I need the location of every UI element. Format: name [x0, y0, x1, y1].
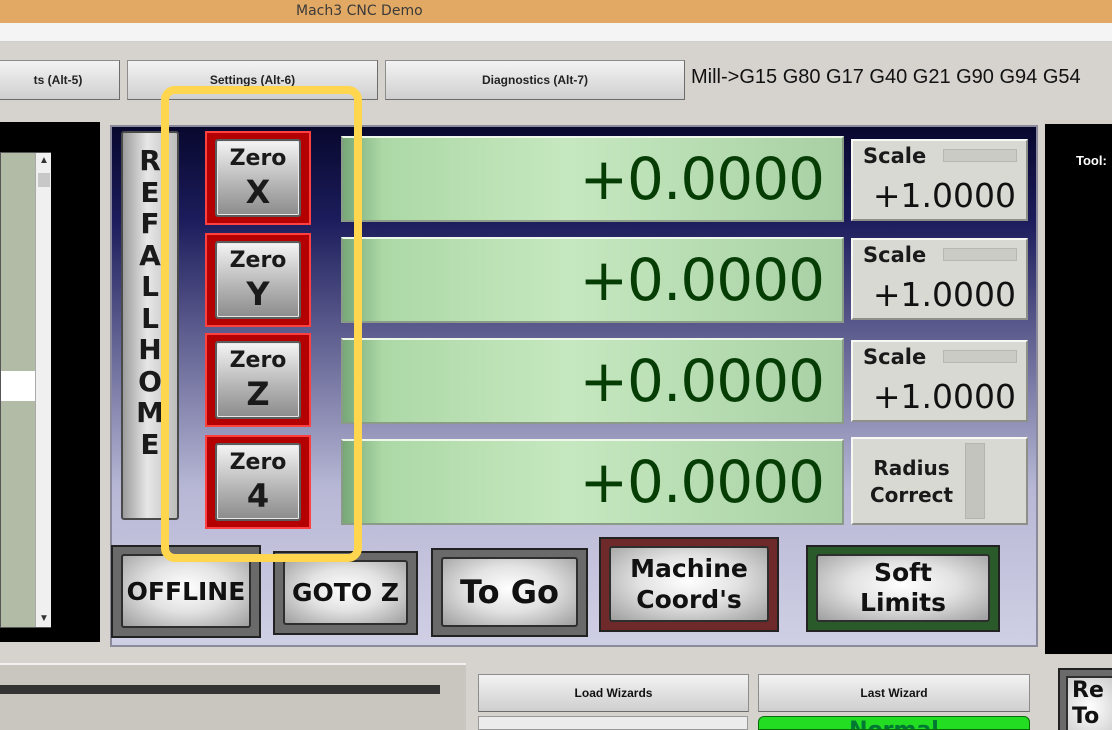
- z-scale-label: Scale: [863, 345, 927, 369]
- z-scale-box[interactable]: Scale +1.0000: [851, 340, 1028, 422]
- bottom-left-panel: [0, 663, 466, 730]
- gcode-listbox[interactable]: ▲ ▼: [0, 152, 51, 628]
- scroll-up-icon[interactable]: ▲: [36, 153, 52, 169]
- soft-limits-button[interactable]: Soft Limits: [806, 545, 1000, 632]
- x-axis-dro[interactable]: +0.0000: [341, 136, 844, 222]
- y-axis-dro[interactable]: +0.0000: [341, 237, 844, 323]
- x-scale-label: Scale: [863, 144, 927, 168]
- last-wizard-button[interactable]: Last Wizard: [758, 674, 1030, 712]
- x-scale-indicator: [943, 149, 1017, 162]
- load-wizards-button[interactable]: Load Wizards: [478, 674, 749, 712]
- machine-coords-line1: Machine: [630, 554, 748, 583]
- y-axis-value: +0.0000: [579, 246, 825, 314]
- tab-offsets[interactable]: ts (Alt-5): [0, 60, 120, 100]
- right-partial-line1: Re: [1072, 678, 1104, 703]
- soft-limits-line1: Soft: [873, 558, 932, 587]
- y-scale-value: +1.0000: [872, 275, 1016, 314]
- a-axis-value: +0.0000: [579, 448, 825, 516]
- x-axis-value: +0.0000: [579, 145, 825, 213]
- x-scale-value: +1.0000: [872, 176, 1016, 215]
- to-go-button[interactable]: To Go: [431, 548, 588, 637]
- z-axis-value: +0.0000: [579, 347, 825, 415]
- menu-bar: [0, 23, 1112, 42]
- z-scale-indicator: [943, 350, 1017, 363]
- x-scale-box[interactable]: Scale +1.0000: [851, 139, 1028, 221]
- modal-gcode-readout: Mill->G15 G80 G17 G40 G21 G90 G94 G54: [691, 66, 1081, 88]
- normal-button[interactable]: Normal: [758, 716, 1030, 730]
- machine-coords-line2: Coord's: [636, 585, 742, 614]
- a-axis-dro[interactable]: +0.0000: [341, 439, 844, 525]
- machine-coords-button[interactable]: Machine Coord's: [599, 537, 779, 632]
- listbox-scrollbar[interactable]: ▲ ▼: [35, 153, 51, 627]
- z-axis-dro[interactable]: +0.0000: [341, 338, 844, 424]
- soft-limits-line2: Limits: [860, 588, 946, 617]
- radius-correct-led: [965, 443, 985, 519]
- radius-correct-button[interactable]: Radius Correct: [851, 437, 1028, 525]
- window-title: Mach3 CNC Demo: [296, 3, 423, 19]
- z-scale-value: +1.0000: [872, 377, 1016, 416]
- right-partial-line2: To: [1072, 704, 1100, 729]
- goto-z-label: GOTO Z: [283, 560, 408, 625]
- y-scale-label: Scale: [863, 243, 927, 267]
- title-bar: Mach3 CNC Demo: [0, 0, 1112, 23]
- radius-correct-line2: Correct: [869, 483, 954, 507]
- offline-label: OFFLINE: [121, 554, 251, 628]
- tool-label: Tool:: [1076, 153, 1107, 168]
- bottom-gray-button[interactable]: [478, 716, 748, 730]
- bottom-left-groove: [0, 685, 440, 694]
- scroll-thumb[interactable]: [38, 173, 50, 187]
- to-go-label: To Go: [441, 557, 578, 627]
- mach3-window: Mach3 CNC Demo ts (Alt-5) Settings (Alt-…: [0, 0, 1112, 730]
- annotation-highlight-box: [161, 86, 362, 562]
- radius-correct-line1: Radius: [873, 456, 950, 480]
- scroll-down-icon[interactable]: ▼: [36, 611, 52, 627]
- y-scale-box[interactable]: Scale +1.0000: [851, 238, 1028, 320]
- goto-z-button[interactable]: GOTO Z: [273, 551, 418, 635]
- tool-panel: Tool:: [1045, 124, 1112, 654]
- normal-label: Normal: [759, 718, 1029, 729]
- current-line-highlight: [1, 371, 35, 401]
- right-partial-button[interactable]: Re To: [1058, 668, 1112, 730]
- y-scale-indicator: [943, 248, 1017, 261]
- tab-diagnostics[interactable]: Diagnostics (Alt-7): [385, 60, 685, 100]
